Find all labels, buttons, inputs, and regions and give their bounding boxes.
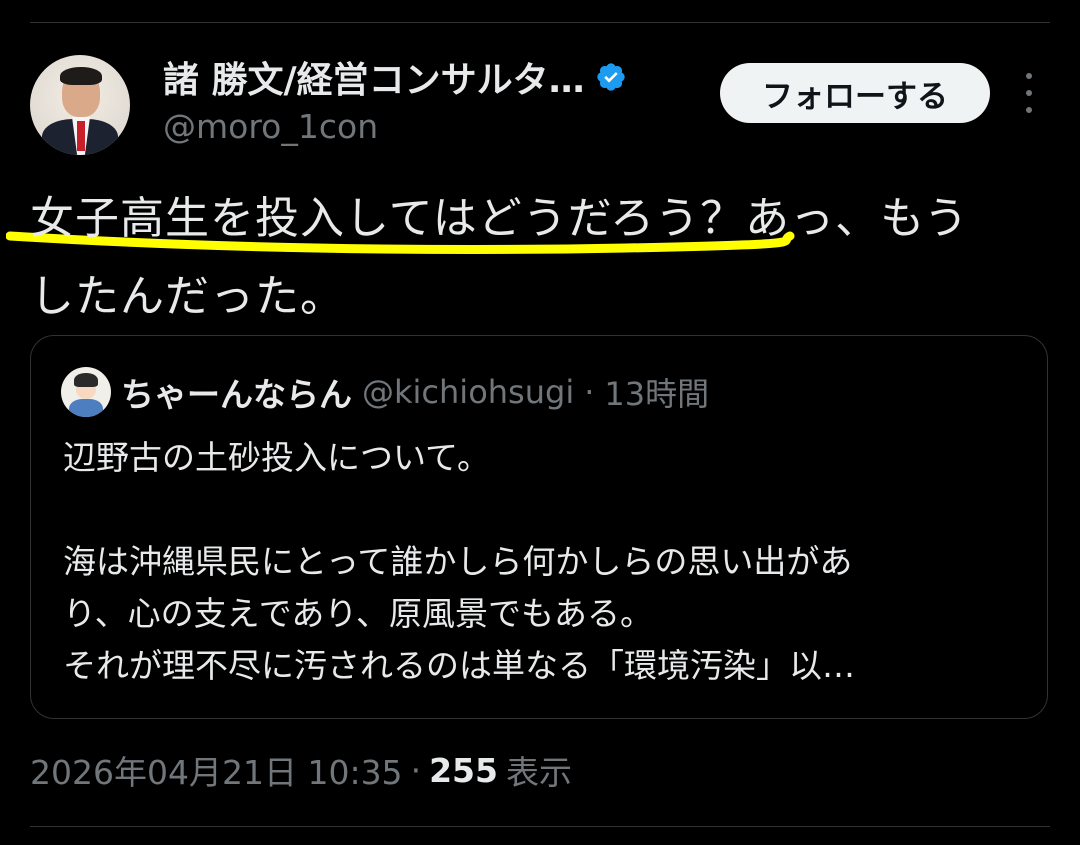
top-divider — [30, 22, 1050, 23]
views-count: 255 — [429, 750, 498, 790]
meta-separator: · — [410, 750, 422, 790]
quote-text: 辺野古の土砂投入について。 海は沖縄県民にとって誰かしら何かしらの思い出があ り… — [63, 432, 1033, 692]
more-vertical-icon[interactable] — [1018, 73, 1040, 113]
quote-blank-line — [63, 484, 1033, 536]
quote-author-handle: @kichiohsugi — [362, 373, 575, 411]
author-avatar[interactable] — [30, 55, 130, 155]
verified-badge-icon — [597, 63, 625, 91]
tweet-text-line2: したんだった。 — [30, 271, 345, 322]
author-display-name[interactable]: 諸 勝文/経営コンサルタ… — [163, 51, 585, 103]
tweet-header: 諸 勝文/経営コンサルタ… @moro_1con フォローする — [30, 55, 1050, 155]
tweet-meta: 2026年04月21日 10:35 · 255 表示 — [30, 745, 572, 795]
follow-button[interactable]: フォローする — [720, 63, 990, 123]
quote-separator: · — [584, 373, 595, 411]
author-name-row: 諸 勝文/経営コンサルタ… — [163, 55, 627, 101]
tweet-text-rest: あっ、もう — [745, 193, 969, 244]
quote-tweet-card[interactable]: ちゃーんならん @kichiohsugi · 13時間 辺野古の土砂投入について… — [30, 335, 1048, 719]
quote-author-name: ちゃーんならん — [121, 375, 352, 414]
quote-line: 海は沖縄県民にとって誰かしら何かしらの思い出があ — [63, 542, 853, 581]
tweet-text: 女子高生を投入してはどうだろう？あっ、もう したんだった。 — [30, 180, 1040, 336]
quote-header: ちゃーんならん @kichiohsugi · 13時間 — [61, 366, 709, 418]
quote-line: 辺野古の土砂投入について。 — [63, 438, 491, 477]
author-handle[interactable]: @moro_1con — [163, 107, 378, 146]
quote-line: り、心の支えであり、原風景でもある。 — [63, 594, 654, 633]
quote-timestamp: 13時間 — [604, 375, 710, 413]
bottom-divider — [30, 826, 1050, 827]
views-label: 表示 — [505, 753, 572, 792]
tweet-text-highlighted: 女子高生を投入してはどうだろう？ — [30, 193, 746, 244]
quote-line: それが理不尽に汚されるのは単なる「環境汚染」以… — [63, 646, 855, 685]
quote-author-avatar — [61, 367, 111, 417]
tweet-date[interactable]: 2026年04月21日 10:35 — [30, 746, 403, 794]
